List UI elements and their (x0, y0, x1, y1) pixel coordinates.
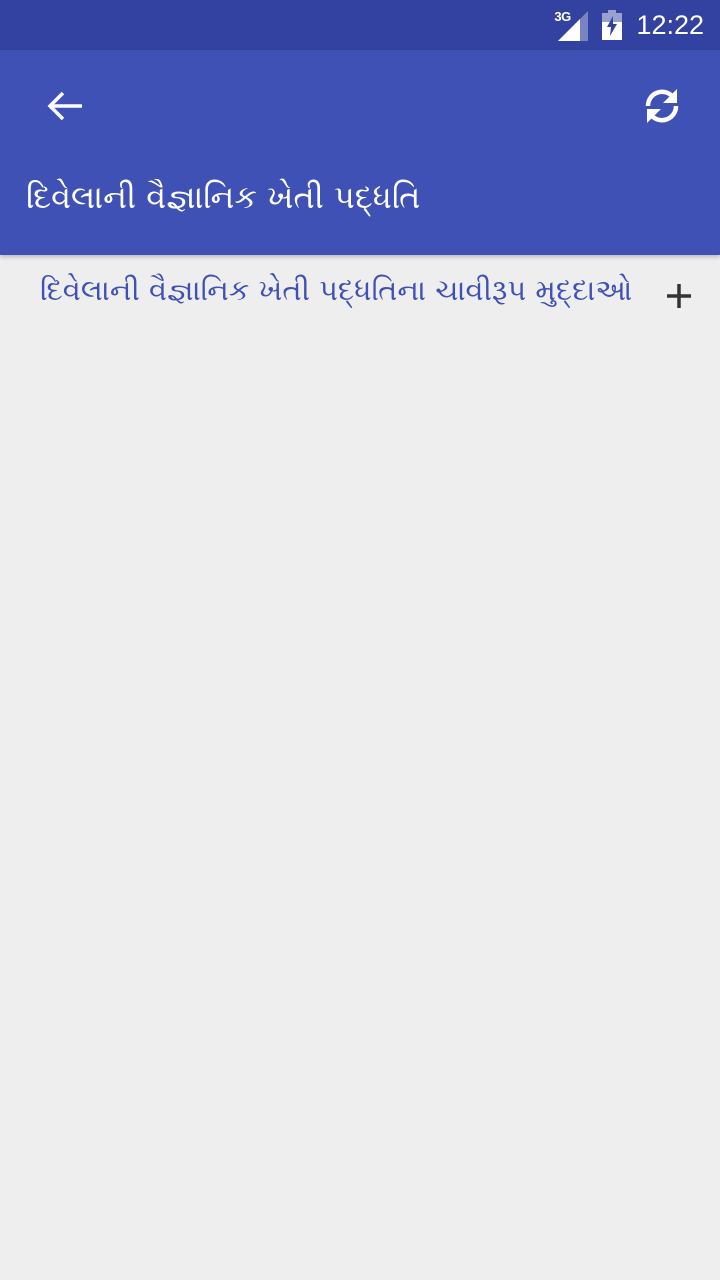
status-icons: 3G 12:22 (554, 0, 704, 50)
clock: 12:22 (636, 9, 704, 40)
back-button[interactable] (26, 66, 106, 146)
refresh-button[interactable] (622, 66, 702, 146)
status-bar: 3G 12:22 (0, 0, 720, 50)
signal-indicator: 3G (554, 7, 590, 43)
signal-icon (558, 11, 589, 41)
plus-icon[interactable] (664, 281, 694, 311)
page-title: દિવેલાની વૈજ્ઞાનિક ખેતી પદ્ધતિ (26, 178, 421, 216)
app-bar: દિવેલાની વૈજ્ઞાનિક ખેતી પદ્ધતિ (0, 50, 720, 255)
battery-charging-icon (602, 10, 623, 40)
list-item-label: દિવેલાની વૈજ્ઞાનિક ખેતી પદ્ધતિના ચાવીરૂપ… (40, 273, 633, 307)
list-item[interactable]: દિવેલાની વૈજ્ઞાનિક ખેતી પદ્ધતિના ચાવીરૂપ… (0, 255, 720, 339)
back-arrow-icon (47, 91, 82, 121)
refresh-icon (645, 89, 679, 123)
